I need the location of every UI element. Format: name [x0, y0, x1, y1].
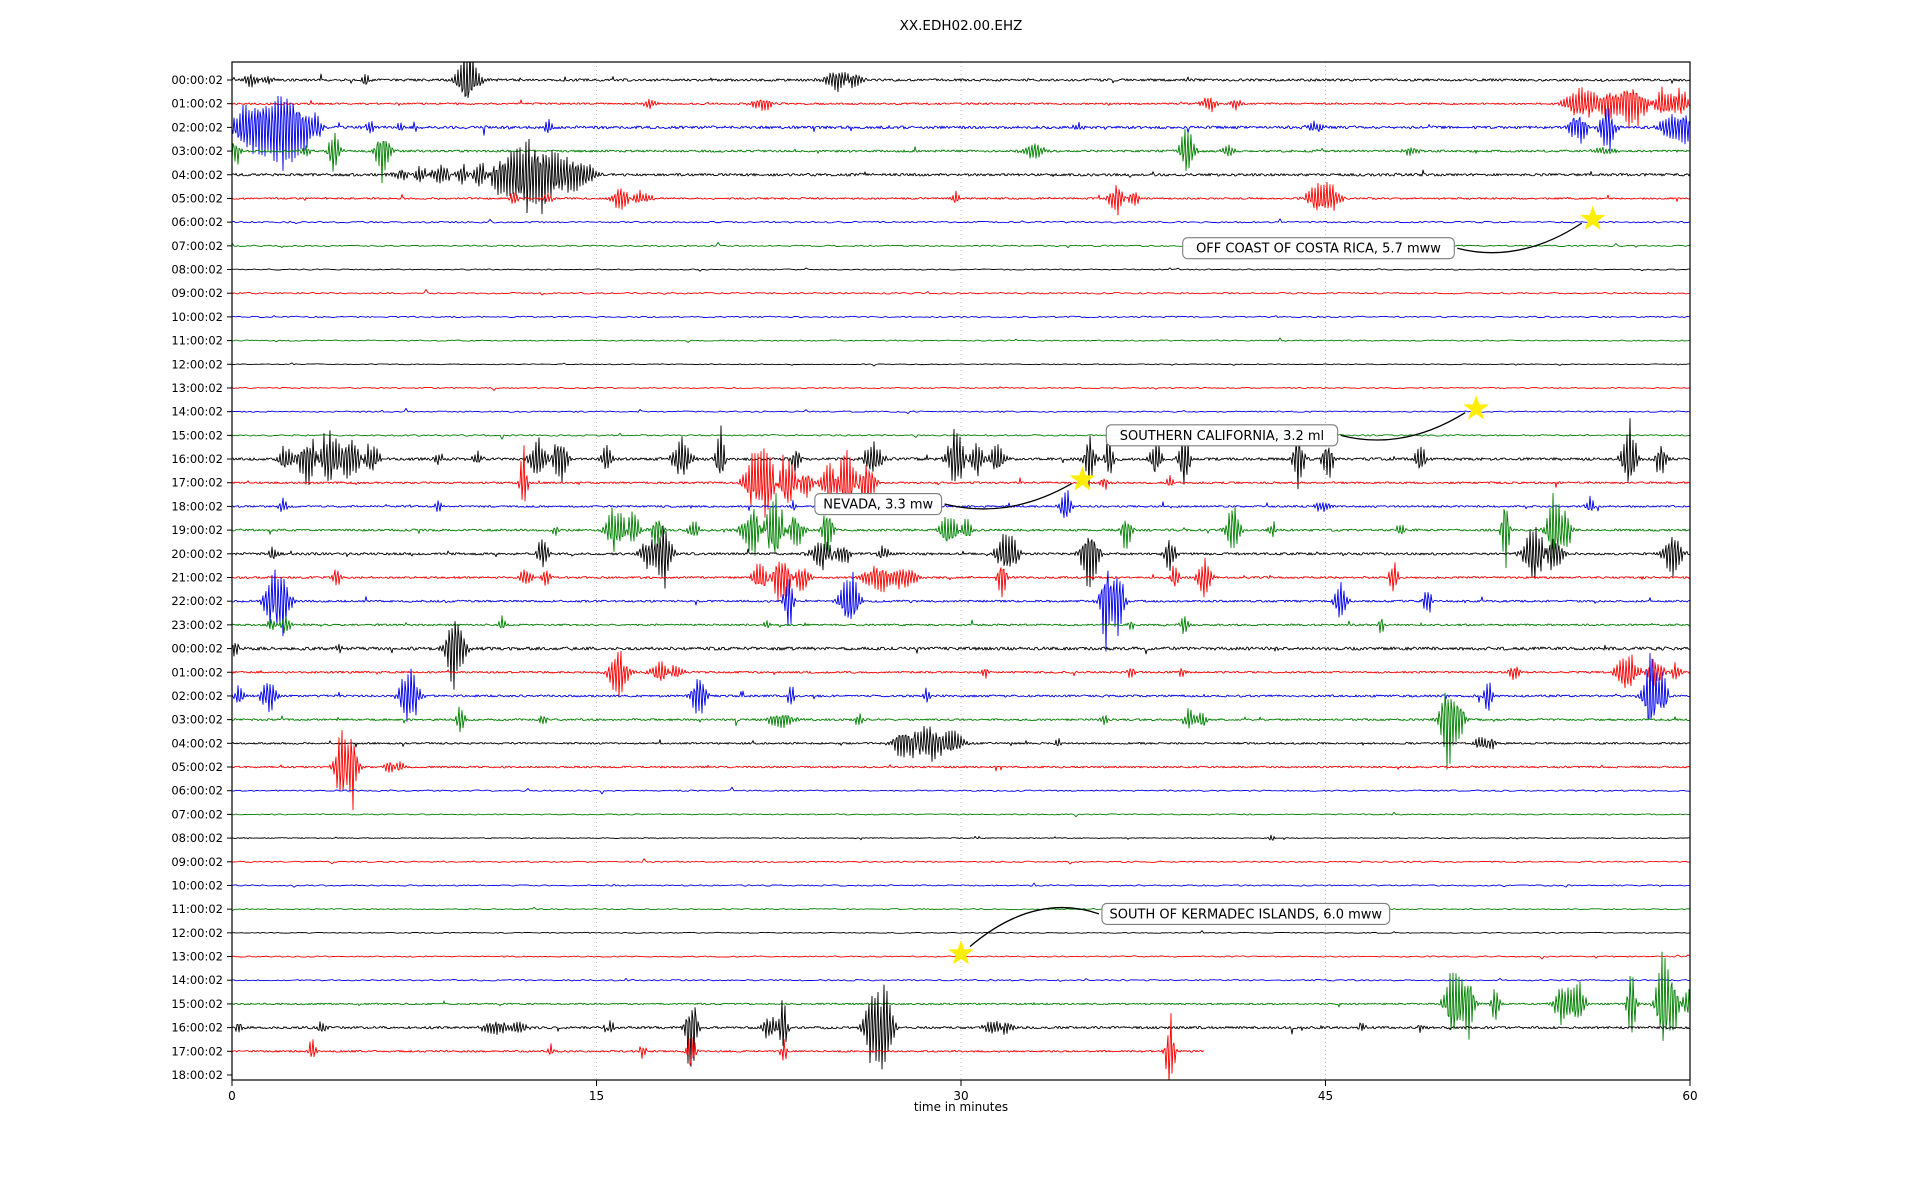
trace-row-12 [232, 363, 1690, 366]
trace-row-24 [232, 622, 1690, 690]
y-tick-label: 09:00:02 [171, 286, 223, 300]
y-tick-label: 18:00:02 [171, 499, 223, 513]
y-tick-label: 18:00:02 [171, 1068, 223, 1082]
trace-row-21 [232, 558, 1690, 601]
y-tick-label: 10:00:02 [171, 310, 223, 324]
y-tick-label: 15:00:02 [171, 997, 223, 1011]
y-tick-label: 12:00:02 [171, 357, 223, 371]
trace-row-28 [232, 726, 1690, 761]
y-tick-label: 17:00:02 [171, 476, 223, 490]
y-tick-label: 06:00:02 [171, 784, 223, 798]
event-annotation: NEVADA, 3.3 mw [815, 468, 1094, 515]
event-annotation: OFF COAST OF COSTA RICA, 5.7 mww [1183, 207, 1605, 259]
event-annotation: SOUTHERN CALIFORNIA, 3.2 ml [1106, 397, 1487, 446]
y-tick-label: 09:00:02 [171, 855, 223, 869]
y-tick-label: 03:00:02 [171, 144, 223, 158]
y-tick-label: 07:00:02 [171, 239, 223, 253]
y-tick-label: 21:00:02 [171, 570, 223, 584]
trace-row-16 [232, 419, 1690, 489]
y-tick-label: 08:00:02 [171, 263, 223, 277]
y-tick-label: 08:00:02 [171, 831, 223, 845]
y-tick-label: 22:00:02 [171, 594, 223, 608]
trace-row-10 [232, 316, 1690, 318]
event-star-icon [1465, 397, 1488, 419]
trace-row-31 [232, 812, 1690, 816]
trace-row-32 [232, 835, 1690, 840]
event-star-icon [1071, 468, 1094, 490]
trace-row-2 [232, 96, 1690, 170]
x-tick-label: 45 [1318, 1089, 1333, 1103]
y-tick-label: 01:00:02 [171, 97, 223, 111]
y-tick-label: 16:00:02 [171, 1021, 223, 1035]
trace-row-13 [232, 387, 1690, 391]
annotation-connector [1457, 223, 1582, 253]
trace-row-19 [232, 493, 1690, 568]
y-tick-label: 06:00:02 [171, 215, 223, 229]
y-tick-label: 17:00:02 [171, 1044, 223, 1058]
trace-row-6 [232, 219, 1690, 224]
x-axis-title: time in minutes [914, 1100, 1008, 1114]
y-tick-label: 01:00:02 [171, 665, 223, 679]
seismogram-page: XX.EDH02.00.EHZ 00:00:0201:00:0202:00:02… [0, 0, 1920, 1200]
x-tick-label: 15 [589, 1089, 604, 1103]
trace-row-30 [232, 787, 1690, 794]
trace-row-36 [232, 931, 1690, 934]
event-star-icon [1581, 207, 1604, 229]
y-tick-label: 11:00:02 [171, 334, 223, 348]
y-tick-label: 04:00:02 [171, 736, 223, 750]
y-tick-label: 05:00:02 [171, 191, 223, 205]
y-tick-label: 02:00:02 [171, 120, 223, 134]
annotation-text: SOUTHERN CALIFORNIA, 3.2 ml [1120, 429, 1324, 444]
y-tick-label: 13:00:02 [171, 381, 223, 395]
y-tick-label: 23:00:02 [171, 618, 223, 632]
annotation-text: SOUTH OF KERMADEC ISLANDS, 6.0 mww [1110, 907, 1383, 922]
trace-row-41 [232, 1014, 1204, 1083]
y-tick-label: 13:00:02 [171, 950, 223, 964]
y-tick-label: 15:00:02 [171, 428, 223, 442]
x-tick-label: 0 [228, 1089, 236, 1103]
y-tick-label: 11:00:02 [171, 902, 223, 916]
y-tick-label: 14:00:02 [171, 405, 223, 419]
y-tick-label: 00:00:02 [171, 73, 223, 87]
helicorder-plot: 00:00:02 01:00:02 02:00:02 03:00:02 04:00:02… [0, 0, 1920, 1200]
y-tick-label: 19:00:02 [171, 523, 223, 537]
y-tick-label: 03:00:02 [171, 713, 223, 727]
y-tick-label: 02:00:02 [171, 689, 223, 703]
y-tick-label: 14:00:02 [171, 973, 223, 987]
annotation-text: NEVADA, 3.3 mw [823, 498, 933, 513]
annotation-text: OFF COAST OF COSTA RICA, 5.7 mww [1196, 242, 1441, 257]
y-tick-label: 00:00:02 [171, 642, 223, 656]
y-tick-label: 12:00:02 [171, 926, 223, 940]
y-tick-label: 04:00:02 [171, 168, 223, 182]
trace-row-27 [232, 693, 1690, 769]
y-tick-label: 10:00:02 [171, 878, 223, 892]
trace-row-33 [232, 859, 1690, 864]
event-star-icon [950, 942, 973, 964]
y-tick-label: 05:00:02 [171, 760, 223, 774]
y-tick-label: 16:00:02 [171, 452, 223, 466]
y-tick-label: 20:00:02 [171, 547, 223, 561]
y-tick-label: 07:00:02 [171, 807, 223, 821]
x-tick-label: 60 [1682, 1089, 1697, 1103]
annotation-connector [970, 908, 1099, 947]
